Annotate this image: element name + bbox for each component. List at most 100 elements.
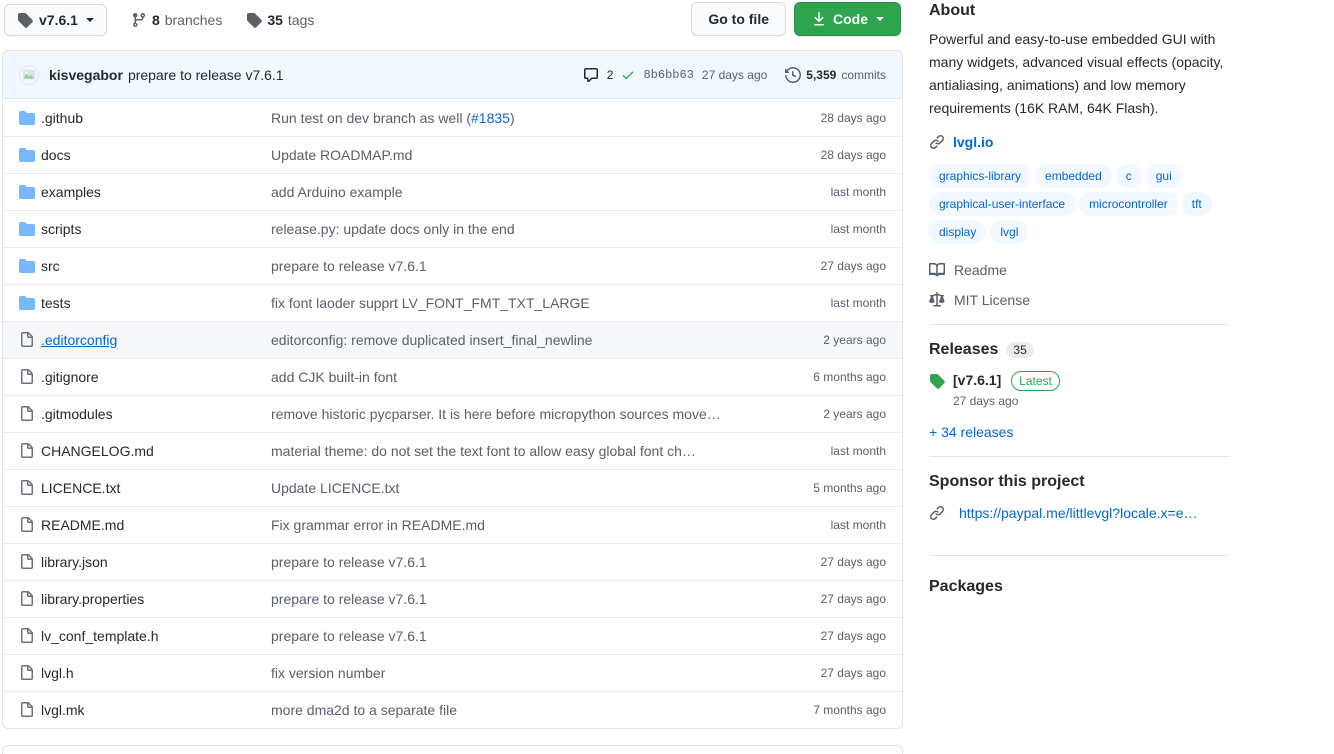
file-name-link[interactable]: README.md (41, 517, 271, 533)
commit-message[interactable]: prepare to release v7.6.1 (128, 67, 284, 83)
topic-tag[interactable]: lvgl (990, 220, 1029, 244)
table-row[interactable]: library.json prepare to release v7.6.1 27 … (3, 543, 902, 580)
check-icon[interactable] (621, 68, 635, 82)
commit-message-link[interactable]: Update LICENCE.txt (271, 480, 766, 496)
table-row[interactable]: README.md Fix grammar error in README.md l… (3, 506, 902, 543)
more-releases-link[interactable]: + 34 releases (929, 424, 1013, 440)
commit-message-link[interactable]: fix font laoder supprt LV_FONT_FMT_TXT_L… (271, 295, 766, 311)
file-name-link[interactable]: lv_conf_template.h (41, 628, 271, 644)
table-row[interactable]: docs Update ROADMAP.md 28 days ago (3, 136, 902, 173)
file-name-link[interactable]: library.json (41, 554, 271, 570)
file-name-link[interactable]: .gitignore (41, 369, 271, 385)
file-name-link[interactable]: .github (41, 110, 271, 126)
commits-count-link[interactable]: 5,359 commits (785, 66, 886, 83)
folder-icon (19, 110, 41, 126)
branches-label: branches (164, 12, 223, 28)
file-name-link[interactable]: library.properties (41, 591, 271, 607)
table-row[interactable]: .gitignore add CJK built-in font 6 months … (3, 358, 902, 395)
file-name-link[interactable]: scripts (41, 221, 271, 237)
table-row[interactable]: .editorconfig editorconfig: remove duplic… (3, 321, 902, 358)
topic-tag[interactable]: tft (1181, 192, 1212, 216)
file-name-link[interactable]: .gitmodules (41, 406, 271, 422)
file-name-link[interactable]: .editorconfig (41, 332, 271, 348)
commit-message-link[interactable]: prepare to release v7.6.1 (271, 591, 766, 607)
repo-toolbar: v7.6.1 8 branches 35 tags Go to file Cod… (2, 0, 903, 40)
file-name-link[interactable]: examples (41, 184, 271, 200)
commit-message-link[interactable]: more dma2d to a separate file (271, 702, 766, 718)
tags-count: 35 (267, 12, 283, 28)
commit-age: 27 days ago (701, 67, 768, 82)
topic-tag[interactable]: graphical-user-interface (929, 192, 1076, 216)
commit-age: 7 months ago (813, 703, 886, 717)
file-name-link[interactable]: lvgl.mk (41, 702, 271, 718)
license-link[interactable]: MIT License (929, 292, 1229, 308)
download-icon (811, 11, 827, 27)
file-name-link[interactable]: tests (41, 295, 271, 311)
table-row[interactable]: CHANGELOG.md material theme: do not set t… (3, 432, 902, 469)
table-row[interactable]: lvgl.h fix version number 27 days ago (3, 654, 902, 691)
commit-message-link[interactable]: release.py: update docs only in the end (271, 221, 766, 237)
commit-message-link[interactable]: prepare to release v7.6.1 (271, 554, 766, 570)
table-row[interactable]: tests fix font laoder supprt LV_FONT_FMT_… (3, 284, 902, 321)
branch-selector-button[interactable]: v7.6.1 (4, 4, 107, 36)
tag-icon (929, 373, 945, 389)
table-row[interactable]: library.properties prepare to release v7.… (3, 580, 902, 617)
homepage-link[interactable]: lvgl.io (953, 134, 993, 150)
commit-message-link[interactable]: add CJK built-in font (271, 369, 766, 385)
folder-icon (19, 147, 41, 163)
readme-link[interactable]: Readme (929, 262, 1229, 278)
topic-tag[interactable]: gui (1145, 164, 1182, 188)
topic-tag[interactable]: graphics-library (929, 164, 1032, 188)
topic-tag[interactable]: display (929, 220, 987, 244)
commit-age: last month (830, 518, 886, 532)
commit-message-link[interactable]: prepare to release v7.6.1 (271, 628, 766, 644)
commit-message-link[interactable]: prepare to release v7.6.1 (271, 258, 766, 274)
table-row[interactable]: lv_conf_template.h prepare to release v7.… (3, 617, 902, 654)
commit-sha[interactable]: 8b6bb63 (643, 68, 693, 82)
file-name-link[interactable]: CHANGELOG.md (41, 443, 271, 459)
commit-message-link[interactable]: editorconfig: remove duplicated insert_f… (271, 332, 766, 348)
file-icon (19, 517, 41, 533)
latest-release-row[interactable]: [v7.6.1] Latest 27 days ago (929, 371, 1229, 408)
table-row[interactable]: .github Run test on dev branch as well (#… (3, 99, 902, 136)
topic-tag[interactable]: embedded (1035, 164, 1112, 188)
law-icon (929, 292, 945, 308)
commit-age: last month (830, 185, 886, 199)
go-to-file-button[interactable]: Go to file (691, 2, 786, 36)
branches-link[interactable]: 8 branches (131, 12, 222, 28)
commit-message-link[interactable]: add Arduino example (271, 184, 766, 200)
tags-link[interactable]: 35 tags (246, 12, 314, 28)
file-icon (19, 443, 41, 459)
table-row[interactable]: LICENCE.txt Update LICENCE.txt 5 months ag… (3, 469, 902, 506)
commit-message-link[interactable]: remove historic pycparser. It is here be… (271, 406, 766, 422)
table-row[interactable]: src prepare to release v7.6.1 27 days ago (3, 247, 902, 284)
file-name-link[interactable]: src (41, 258, 271, 274)
file-name-link[interactable]: docs (41, 147, 271, 163)
table-row[interactable]: scripts release.py: update docs only in t… (3, 210, 902, 247)
file-icon (19, 554, 41, 570)
comment-icon[interactable] (583, 67, 599, 83)
tag-icon (17, 12, 33, 28)
table-row[interactable]: lvgl.mk more dma2d to a separate file 7 mo… (3, 691, 902, 728)
sponsor-link[interactable]: https://paypal.me/littlevgl?locale.x=e… (959, 505, 1198, 521)
file-icon (19, 406, 41, 422)
divider (929, 555, 1229, 556)
file-name-link[interactable]: lvgl.h (41, 665, 271, 681)
commit-author[interactable]: kisvegabor (49, 67, 123, 83)
commit-age: last month (830, 296, 886, 310)
table-row[interactable]: .gitmodules remove historic pycparser. It… (3, 395, 902, 432)
topic-tag[interactable]: c (1115, 164, 1142, 188)
code-button[interactable]: Code (794, 2, 901, 36)
file-name-link[interactable]: LICENCE.txt (41, 480, 271, 496)
commit-message-link[interactable]: Run test on dev branch as well (#1835) (271, 110, 766, 126)
file-icon (19, 702, 41, 718)
topic-tag[interactable]: microcontroller (1079, 192, 1178, 216)
release-name[interactable]: [v7.6.1] (953, 372, 1001, 388)
commit-message-link[interactable]: Update ROADMAP.md (271, 147, 766, 163)
commit-message-link[interactable]: material theme: do not set the text font… (271, 443, 766, 459)
table-row[interactable]: examples add Arduino example last month (3, 173, 902, 210)
commit-message-link[interactable]: Fix grammar error in README.md (271, 517, 766, 533)
link-icon (929, 505, 945, 521)
pull-request-link[interactable]: #1835 (471, 110, 510, 126)
commit-message-link[interactable]: fix version number (271, 665, 766, 681)
